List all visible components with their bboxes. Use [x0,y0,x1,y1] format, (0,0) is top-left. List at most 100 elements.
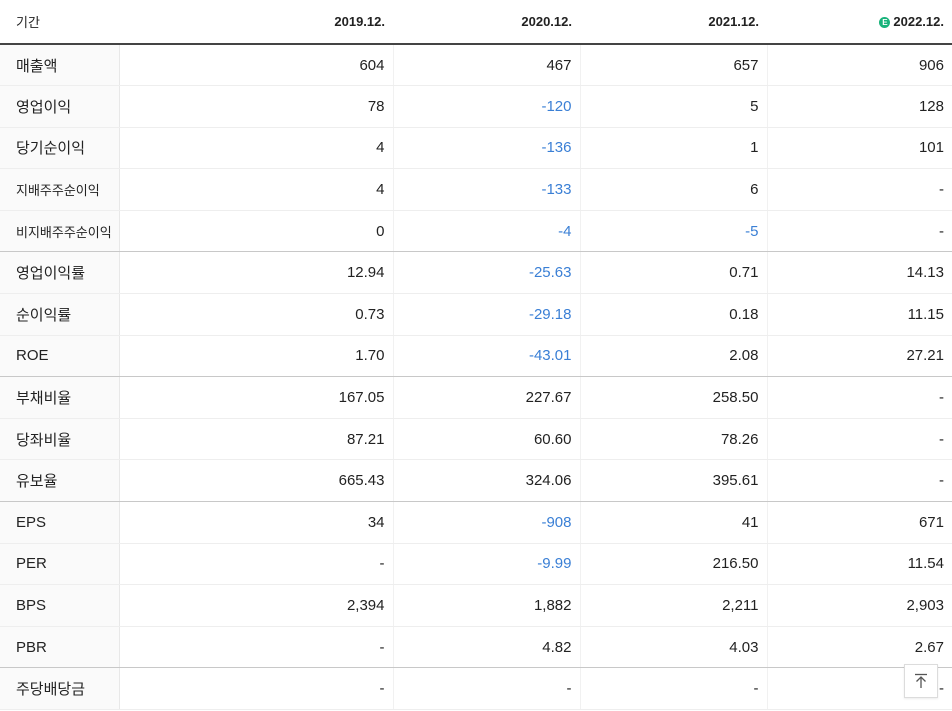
table-row: 영업이익률 12.94 -25.63 0.71 14.13 [0,251,952,295]
table-cell: 2,394 [119,584,394,627]
table-cell: 395.61 [580,459,768,503]
table-cell: -136 [393,127,581,170]
table-cell: 101 [767,127,952,170]
year-header-estimate: E 2022.12. [767,0,952,45]
table-row: 매출액 604 467 657 906 [0,44,952,87]
table-row: 부채비율 167.05 227.67 258.50- [0,376,952,419]
table-cell: - [767,168,952,211]
table-cell: 324.06 [393,459,581,503]
table-cell: 4.03 [580,626,768,669]
scroll-to-top-button[interactable] [904,664,938,698]
table-cell: 906 [767,44,952,87]
table-cell: 2,903 [767,584,952,627]
row-label: BPS [0,584,120,627]
table-cell: 0.71 [580,251,768,295]
table-cell: 604 [119,44,394,87]
row-label: 유보율 [0,459,120,503]
table-row: 당좌비율 87.21 60.60 78.26- [0,418,952,461]
table-cell: 0.73 [119,293,394,336]
table-cell: 167.05 [119,376,394,419]
row-label: 순이익률 [0,293,120,336]
table-cell: 1,882 [393,584,581,627]
table-cell: 671 [767,501,952,544]
row-label: EPS [0,501,120,544]
table-cell: 0 [119,210,394,253]
table-cell: - [580,667,768,710]
table-row: BPS 2,394 1,882 2,211 2,903 [0,584,952,627]
table-cell: - [119,626,394,669]
table-cell: 258.50 [580,376,768,419]
table-cell: -908 [393,501,581,544]
table-cell: 2.08 [580,335,768,378]
row-label: 비지배주주순이익 [0,210,120,253]
table-row: 지배주주순이익 4 -133 6- [0,168,952,211]
row-label: 매출액 [0,44,120,87]
row-label: ROE [0,335,120,378]
table-cell: 0.18 [580,293,768,336]
table-cell: 657 [580,44,768,87]
table-cell: -5 [580,210,768,253]
table-row: 순이익률 0.73 -29.18 0.18 11.15 [0,293,952,336]
table-cell: 1.70 [119,335,394,378]
table-row: PBR -4.82 4.03 2.67 [0,626,952,669]
table-cell: -120 [393,85,581,128]
table-cell: 128 [767,85,952,128]
table-row: 주당배당금 - - - - [0,667,952,710]
table-cell: 227.67 [393,376,581,419]
row-label: 주당배당금 [0,667,120,710]
table-cell: 6 [580,168,768,211]
table-cell: 216.50 [580,543,768,586]
table-cell: 4 [119,168,394,211]
table-cell: -25.63 [393,251,581,295]
table-cell: -9.99 [393,543,581,586]
table-cell: 4.82 [393,626,581,669]
table-cell: 2,211 [580,584,768,627]
table-cell: 41 [580,501,768,544]
row-label: 지배주주순이익 [0,168,120,211]
table-cell: 665.43 [119,459,394,503]
table-cell: 11.54 [767,543,952,586]
table-cell: 14.13 [767,251,952,295]
arrow-up-icon [915,673,927,688]
table-row: 유보율 665.43 324.06 395.61- [0,459,952,503]
table-cell: 12.94 [119,251,394,295]
row-label: 영업이익 [0,85,120,128]
year-header: 2020.12. [393,0,580,45]
table-row: 당기순이익 4 -136 1 101 [0,127,952,170]
table-cell: -29.18 [393,293,581,336]
row-label: 영업이익률 [0,251,120,295]
table-cell: 2.67 [767,626,952,669]
table-cell: 11.15 [767,293,952,336]
row-label: 부채비율 [0,376,120,419]
table-cell: 27.21 [767,335,952,378]
table-cell: 5 [580,85,768,128]
table-cell: - [767,210,952,253]
table-cell: - [767,418,952,461]
row-label: PBR [0,626,120,669]
table-cell: 4 [119,127,394,170]
table-row: 영업이익 78 -120 5 128 [0,85,952,128]
table-cell: 78.26 [580,418,768,461]
estimate-icon: E [879,17,891,28]
table-cell: - [767,376,952,419]
table-cell: 1 [580,127,768,170]
financial-summary-table: 기간 2019.12. 2020.12. 2021.12. E 2022.12. … [0,0,952,710]
table-cell: 34 [119,501,394,544]
table-cell: 87.21 [119,418,394,461]
table-cell: 60.60 [393,418,581,461]
table-cell: - [393,667,581,710]
header-row: 기간 2019.12. 2020.12. 2021.12. E 2022.12. [0,0,952,45]
period-header: 기간 [0,0,119,45]
table-cell: 78 [119,85,394,128]
table-cell: -133 [393,168,581,211]
row-label: PER [0,543,120,586]
table-row: ROE 1.70 -43.01 2.08 27.21 [0,335,952,378]
table-cell: -43.01 [393,335,581,378]
row-label: 당기순이익 [0,127,120,170]
table-cell: 467 [393,44,581,87]
row-label: 당좌비율 [0,418,120,461]
year-header: 2019.12. [119,0,393,45]
table-row: PER - -9.99 216.50 11.54 [0,543,952,586]
table-cell: - [119,667,394,710]
table-cell: -4 [393,210,581,253]
